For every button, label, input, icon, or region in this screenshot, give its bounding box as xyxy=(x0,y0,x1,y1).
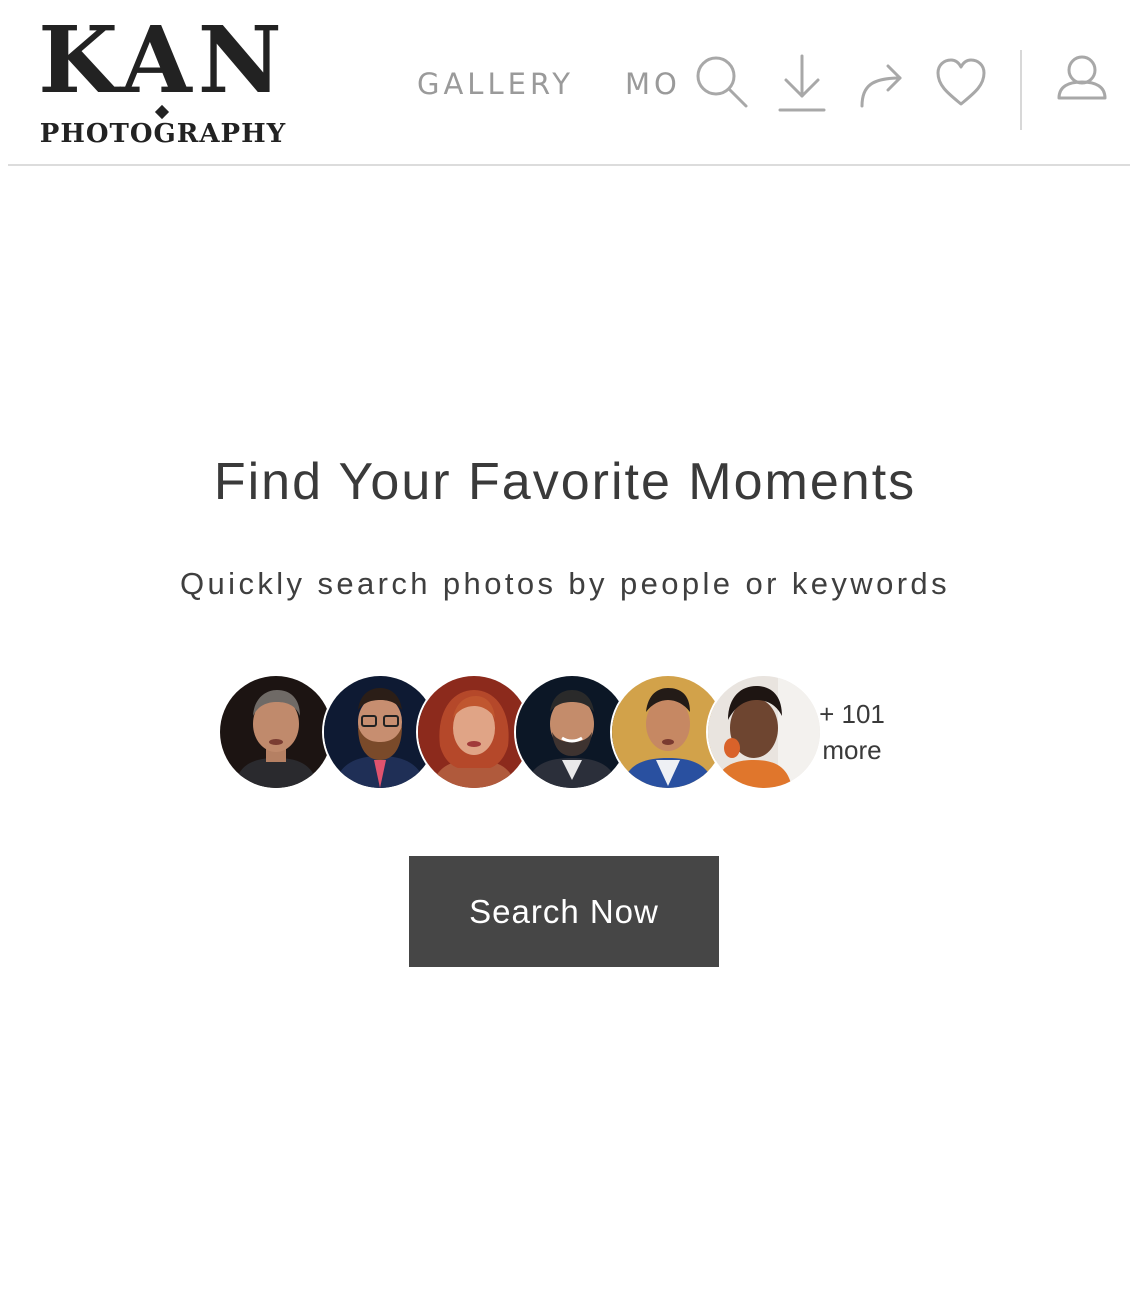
more-count-number: + 101 xyxy=(819,699,885,729)
share-icon[interactable] xyxy=(856,56,906,110)
site-header: KAN PHOTOGRAPHY GALLERY MORE xyxy=(0,0,1130,166)
person-avatar[interactable] xyxy=(218,674,334,790)
person-avatar[interactable] xyxy=(706,674,822,790)
search-now-button[interactable]: Search Now xyxy=(409,856,719,967)
nav-link-gallery[interactable]: GALLERY xyxy=(417,64,574,104)
nav-divider xyxy=(1020,50,1022,130)
page-subtitle: Quickly search photos by people or keywo… xyxy=(180,566,950,601)
search-icon[interactable] xyxy=(694,54,750,110)
logo-wordmark: KAN xyxy=(38,6,288,114)
kan-photography-logo[interactable]: KAN PHOTOGRAPHY xyxy=(36,14,290,154)
nav-link-more[interactable]: MORE xyxy=(625,64,682,104)
more-count-label: more xyxy=(822,735,882,765)
people-avatar-row: + 101 more xyxy=(218,674,898,790)
header-divider xyxy=(8,164,1130,166)
download-icon[interactable] xyxy=(776,52,828,114)
page-title: Find Your Favorite Moments xyxy=(213,453,917,511)
user-icon[interactable] xyxy=(1056,54,1108,102)
heart-icon[interactable] xyxy=(934,56,988,108)
logo-tagline: PHOTOGRAPHY xyxy=(39,119,287,149)
more-people-count[interactable]: + 101 more xyxy=(816,696,888,768)
